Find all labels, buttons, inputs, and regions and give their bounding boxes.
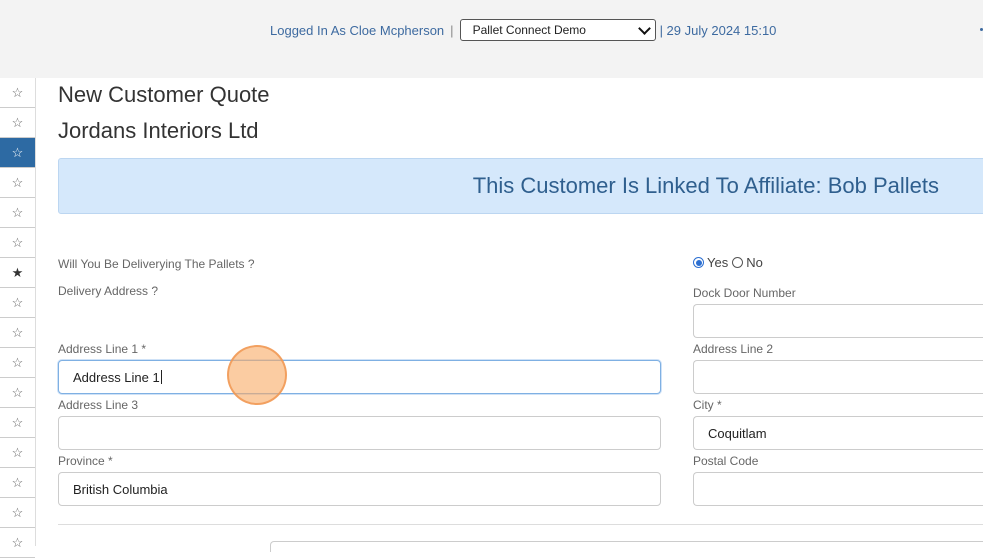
delivery-yes-label: Yes: [707, 255, 729, 270]
sidebar-star-icon[interactable]: ☆: [0, 78, 35, 108]
dock-door-label: Dock Door Number: [693, 286, 796, 300]
delivery-yes-radio[interactable]: [693, 257, 704, 268]
sidebar: ☆ ☆ ☆ ☆ ☆ ☆ ★ ☆ ☆ ☆ ☆ ☆ ☆ ☆ ☆ ☆: [0, 78, 36, 558]
address-line2-label: Address Line 2: [693, 342, 774, 356]
sidebar-star-icon[interactable]: ☆: [0, 528, 35, 558]
address-line2-input[interactable]: [693, 360, 983, 394]
sidebar-star-icon-active[interactable]: ☆: [0, 138, 35, 168]
section-divider: [58, 524, 983, 525]
sidebar-star-icon[interactable]: ☆: [0, 318, 35, 348]
city-value: Coquitlam: [708, 425, 767, 441]
address-line1-label: Address Line 1 *: [58, 342, 147, 356]
logged-in-label: Logged In As Cloe Mcpherson: [270, 22, 445, 38]
address-line3-input[interactable]: [58, 416, 661, 450]
header-datetime: | 29 July 2024 15:10: [659, 22, 777, 38]
sidebar-star-icon[interactable]: ☆: [0, 228, 35, 258]
sidebar-star-icon[interactable]: ☆: [0, 198, 35, 228]
company-select-value: Pallet Connect Demo: [472, 23, 586, 37]
chevron-down-icon: [637, 21, 651, 35]
customer-name: Jordans Interiors Ltd: [58, 118, 259, 143]
dock-door-input[interactable]: [693, 304, 983, 338]
address-line1-value: Address Line 1: [73, 369, 160, 385]
click-indicator: [227, 345, 287, 405]
page-title: New Customer Quote: [58, 82, 270, 107]
sidebar-star-icon[interactable]: ☆: [0, 498, 35, 528]
company-select[interactable]: Pallet Connect Demo: [459, 19, 656, 41]
sidebar-star-icon[interactable]: ☆: [0, 438, 35, 468]
delivery-no-radio[interactable]: [732, 257, 744, 268]
city-input[interactable]: Coquitlam: [693, 416, 983, 450]
sidebar-star-icon[interactable]: ☆: [0, 378, 35, 408]
province-input[interactable]: British Columbia: [58, 472, 661, 506]
sidebar-star-icon[interactable]: ☆: [0, 108, 35, 138]
sidebar-star-filled-icon[interactable]: ★: [0, 258, 35, 288]
postal-code-input[interactable]: [693, 472, 983, 506]
sidebar-star-icon[interactable]: ☆: [0, 468, 35, 498]
affiliate-banner-text: This Customer Is Linked To Affiliate: Bo…: [472, 173, 939, 198]
delivery-no-label: No: [746, 255, 763, 270]
top-bar: Logged In As Cloe Mcpherson | Pallet Con…: [0, 0, 983, 78]
province-label: Province *: [58, 454, 113, 468]
sidebar-star-icon[interactable]: ☆: [0, 348, 35, 378]
sidebar-star-icon[interactable]: ☆: [0, 168, 35, 198]
city-label: City *: [693, 398, 722, 412]
affiliate-banner: This Customer Is Linked To Affiliate: Bo…: [58, 158, 983, 214]
address-line1-input[interactable]: Address Line 1: [58, 360, 661, 394]
sidebar-star-icon[interactable]: ☆: [0, 288, 35, 318]
sidebar-star-icon[interactable]: ☆: [0, 408, 35, 438]
header-separator: |: [450, 22, 454, 38]
delivery-address-label: Delivery Address ?: [58, 284, 159, 298]
delivery-radio-group: Yes No: [693, 255, 767, 270]
address-line3-label: Address Line 3: [58, 398, 139, 412]
delivering-question: Will You Be Deliverying The Pallets ?: [58, 257, 255, 271]
header-info: Logged In As Cloe Mcpherson | Pallet Con…: [270, 18, 776, 42]
province-value: British Columbia: [73, 481, 168, 497]
text-caret: [160, 370, 162, 384]
next-field-input[interactable]: [270, 541, 983, 552]
postal-code-label: Postal Code: [693, 454, 759, 468]
